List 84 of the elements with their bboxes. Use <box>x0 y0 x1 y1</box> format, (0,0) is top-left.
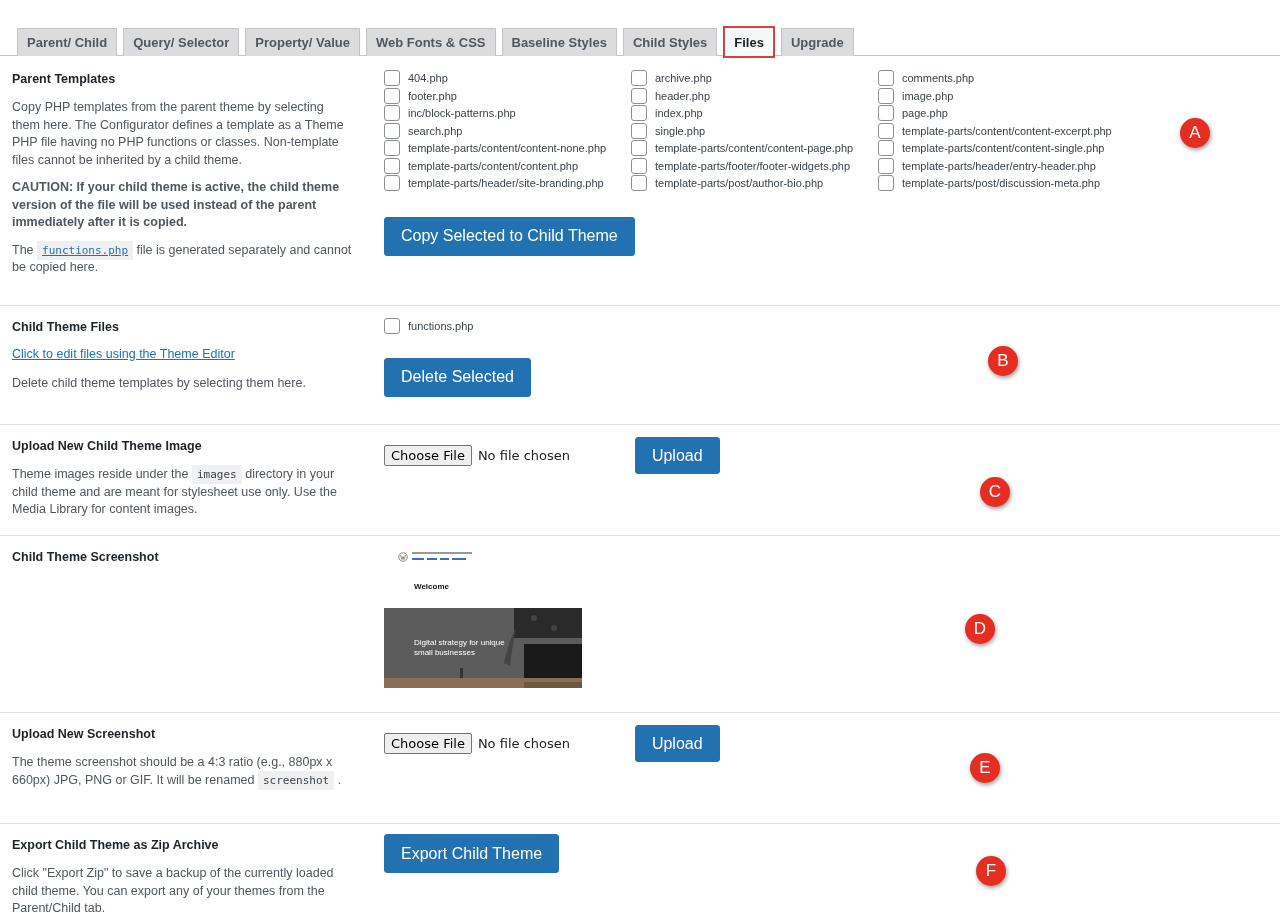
tab[interactable]: Child Styles <box>622 28 718 56</box>
checkbox[interactable] <box>631 140 647 156</box>
tab[interactable]: Parent/ Child <box>17 28 118 56</box>
checkbox[interactable] <box>384 122 400 139</box>
checkbox[interactable] <box>631 157 647 174</box>
annotation-marker: D <box>965 614 995 644</box>
action-button[interactable]: Delete Selected <box>384 357 531 397</box>
file-name: template-parts/post/discussion-meta.php <box>902 177 1101 189</box>
checkbox[interactable] <box>631 175 647 191</box>
checkbox[interactable] <box>878 157 894 174</box>
choose-file-button[interactable]: Choose File <box>384 445 472 466</box>
annotation-marker: A <box>1180 118 1210 148</box>
export-button[interactable]: Export Child Theme <box>384 834 560 873</box>
tab[interactable]: Query/ Selector <box>123 28 240 56</box>
section-title: Export Child Theme as Zip Archive <box>12 838 220 852</box>
checkbox[interactable] <box>878 105 894 121</box>
checkbox[interactable] <box>631 105 647 121</box>
file-name: template-parts/header/site-branding.php <box>408 177 604 189</box>
annotation-marker: F <box>976 856 1006 886</box>
checkbox[interactable] <box>384 87 400 104</box>
annotation-marker: B <box>988 346 1018 376</box>
checkbox[interactable] <box>878 140 894 156</box>
choose-file-button[interactable]: Choose File <box>384 733 472 754</box>
tab[interactable]: Upgrade <box>780 28 854 56</box>
description: The functions.php file is generated separately and cannot be copied here. <box>12 241 352 276</box>
hero-text: Digital strategy for unique small businesses <box>414 638 506 658</box>
tab[interactable]: Property/ Value <box>245 28 360 56</box>
file-name: functions.php <box>408 320 474 332</box>
tab[interactable]: Web Fonts & CSS <box>365 28 496 56</box>
file-name: template-parts/content/content-page.php <box>655 142 854 154</box>
checkbox[interactable] <box>384 175 400 191</box>
file-name: inc/block-patterns.php <box>408 107 516 119</box>
checkbox[interactable] <box>878 87 894 104</box>
file-name: template-parts/post/author-bio.php <box>655 177 824 189</box>
checkbox[interactable] <box>878 175 894 191</box>
file-name: image.php <box>902 89 954 102</box>
checkbox[interactable] <box>384 140 400 156</box>
checkbox[interactable] <box>631 87 647 104</box>
description: Click "Export Zip" to save a backup of the currently loaded child theme. You can export any of your themes from the Parent/Child tab. <box>12 865 335 913</box>
annotation-marker: E <box>970 753 1000 783</box>
tab[interactable]: Baseline Styles <box>501 28 617 56</box>
file-name: footer.php <box>408 89 457 102</box>
checkbox[interactable] <box>384 105 400 121</box>
checkbox[interactable] <box>878 122 894 139</box>
file-name: template-parts/header/entry-header.php <box>902 159 1096 172</box>
file-name: archive.php <box>655 72 712 84</box>
logo-icon <box>398 552 408 562</box>
description: Theme images reside under the images directory in your child theme and are meant for stylesheet use only. Use the Media Library for content images. <box>12 466 338 518</box>
file-status: No file chosen <box>477 736 571 751</box>
file-name: 404.php <box>408 72 448 84</box>
annotation-marker: C <box>980 477 1010 507</box>
checkbox[interactable] <box>384 318 400 334</box>
description: Copy PHP templates from the parent theme by selecting them here. The Configurator defines a template as a Theme PHP file having no PHP functions or classes. Non-template files cannot be inherited by a child theme. <box>12 99 345 169</box>
section-title: Child Theme Screenshot <box>12 550 160 564</box>
file-name: template-parts/content/content-excerpt.php <box>902 124 1112 137</box>
file-name: template-parts/content/content.php <box>408 159 578 172</box>
file-name: template-parts/content/content-none.php <box>408 142 607 154</box>
file-name: page.php <box>902 107 948 119</box>
description: CAUTION: If your child theme is active, the child theme version of the file will be used instead of the parent immediately after it is copied. <box>12 179 341 231</box>
upload-button[interactable]: Upload <box>634 725 720 762</box>
theme-editor-link[interactable]: Click to edit files using the Theme Editor <box>12 347 235 361</box>
checkbox[interactable] <box>878 70 894 86</box>
file-status: No file chosen <box>477 448 571 463</box>
file-name: search.php <box>408 124 463 137</box>
preview-heading: Welcome <box>413 581 450 593</box>
file-name: comments.php <box>902 72 975 84</box>
file-name: header.php <box>655 89 711 102</box>
action-button[interactable]: Copy Selected to Child Theme <box>384 216 635 256</box>
file-name: template-parts/content/content-single.php <box>902 142 1105 154</box>
file-name: template-parts/footer/footer-widgets.php <box>655 159 851 172</box>
section-title: Parent Templates <box>12 72 117 86</box>
section-title: Child Theme Files <box>12 320 120 334</box>
section-title: Upload New Child Theme Image <box>12 439 203 453</box>
description: The theme screenshot should be a 4:3 ratio (e.g., 880px x 660px) JPG, PNG or GIF. It will be renamed screenshot . <box>12 754 352 789</box>
tab[interactable]: Files <box>723 26 775 58</box>
upload-button[interactable]: Upload <box>634 437 720 474</box>
checkbox[interactable] <box>631 122 647 139</box>
file-name: index.php <box>655 107 703 119</box>
checkbox[interactable] <box>384 157 400 174</box>
section-title: Upload New Screenshot <box>12 727 157 741</box>
checkbox[interactable] <box>631 70 647 86</box>
checkbox[interactable] <box>384 70 400 86</box>
description: Delete child theme templates by selecting them here. <box>12 375 307 392</box>
file-name: single.php <box>655 124 706 137</box>
